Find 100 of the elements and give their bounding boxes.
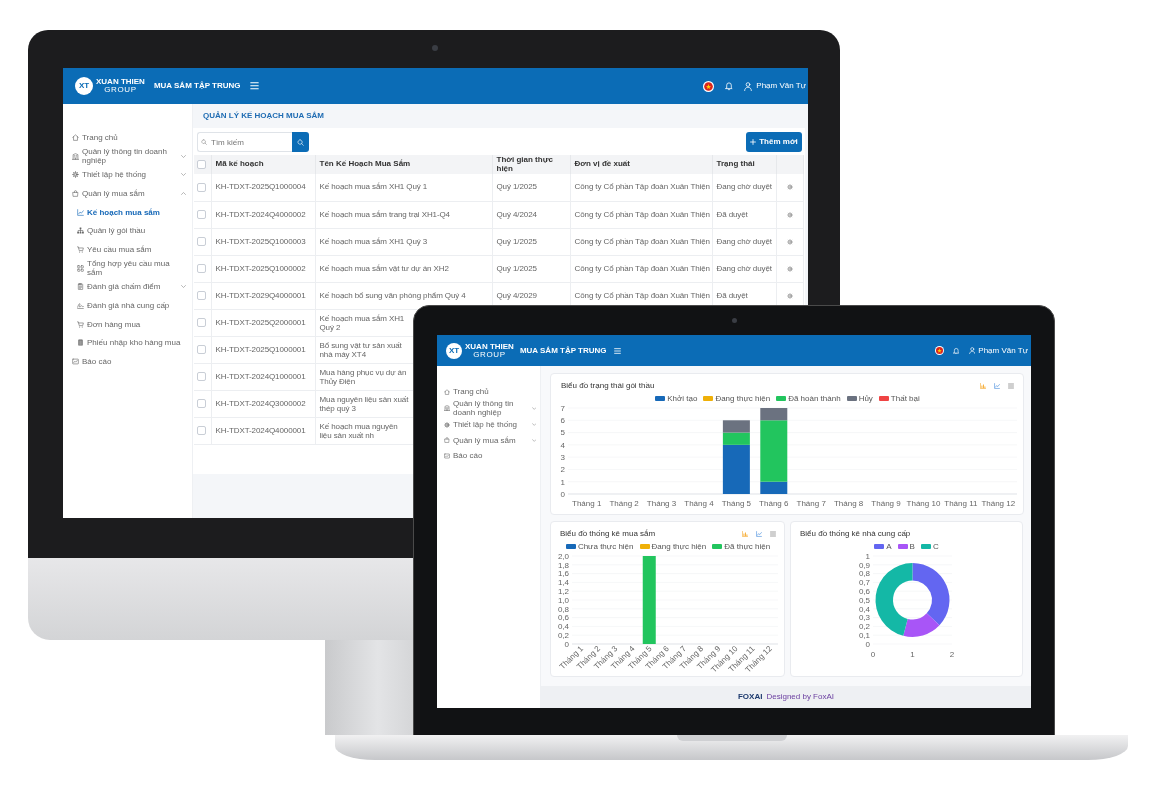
- axis-tick-label: 0,6: [557, 613, 569, 623]
- user-menu[interactable]: Phạm Văn Tự: [744, 80, 806, 92]
- checkbox[interactable]: [197, 372, 206, 381]
- axis-tick-label: 1,8: [557, 560, 569, 570]
- legend-label: Đã hoàn thành: [788, 394, 841, 403]
- table-cell: KH-TDXT-2025Q1000004: [215, 182, 306, 192]
- home-icon: [72, 133, 79, 141]
- home-icon: [444, 388, 450, 395]
- gear-icon[interactable]: [786, 238, 793, 245]
- plus-icon: [750, 139, 757, 145]
- axis-tick-label: 2,0: [557, 551, 569, 561]
- sidebar-item[interactable]: Quản lý mua sắm: [72, 188, 145, 198]
- table-cell: Kế hoạch mua sắm trang trại XH1-Q4: [319, 209, 450, 219]
- shopping-bag-icon: [444, 437, 450, 444]
- axis-tick-label: 0,4: [858, 604, 870, 614]
- table-cell: Mua nguyên liệu sản xuất thép quý 3: [319, 394, 410, 413]
- axis-label: Tháng 5: [721, 499, 752, 508]
- axis-tick-label: 1,4: [557, 578, 569, 588]
- table-cell: KH-TDXT-2024Q4000002: [215, 209, 306, 219]
- clipboard-icon: [77, 283, 84, 291]
- sidebar-item[interactable]: Quản lý gói thầu: [77, 226, 146, 236]
- grid-icon: [77, 264, 84, 272]
- sidebar-item[interactable]: Đánh giá nhà cung cấp: [77, 301, 170, 311]
- axis-tick-label: 7: [560, 403, 565, 413]
- checkbox[interactable]: [197, 426, 206, 435]
- search-field[interactable]: Tìm kiếm: [197, 132, 292, 152]
- bell-icon[interactable]: [953, 346, 960, 355]
- checkbox[interactable]: [197, 345, 206, 354]
- column-header: Thời gian thực hiện: [496, 155, 553, 173]
- flag-icon[interactable]: [935, 346, 945, 355]
- logo-mark: XT: [446, 342, 462, 359]
- search-icon: [201, 139, 207, 145]
- line-chart-icon[interactable]: [756, 531, 762, 537]
- app-title: MUA SẮM TẬP TRUNG: [153, 80, 241, 92]
- checkbox[interactable]: [197, 160, 206, 169]
- user-menu[interactable]: Phạm Văn Tự: [968, 344, 1028, 357]
- axis-tick-label: 0,3: [858, 613, 870, 623]
- sidebar-item[interactable]: Tổng hợp yêu cầu mua sắm: [77, 259, 186, 278]
- legend-label: Thất bại: [890, 394, 920, 403]
- table-cell: Đã duyệt: [716, 209, 748, 219]
- checkbox[interactable]: [197, 237, 206, 246]
- table-cell: Quý 1/2025: [496, 263, 537, 273]
- gear-icon: [72, 171, 79, 179]
- axis-tick-label: 0: [564, 639, 569, 649]
- add-button[interactable]: Thêm mới: [746, 132, 802, 152]
- gear-icon[interactable]: [786, 211, 793, 218]
- logo-subtitle: GROUP: [473, 350, 506, 359]
- bar-chart-icon[interactable]: [742, 531, 748, 537]
- sidebar-item[interactable]: Báo cáo: [444, 451, 483, 461]
- legend-label: Hủy: [858, 394, 873, 403]
- sidebar-item[interactable]: Trang chủ: [444, 387, 489, 397]
- sidebar-item[interactable]: Thiết lập hệ thống: [444, 420, 518, 430]
- axis-tick-label: 0: [865, 639, 870, 649]
- legend-label: B: [909, 542, 915, 551]
- axis-tick-label: 0,9: [858, 560, 870, 570]
- axis-tick-label: 0,1: [858, 631, 870, 640]
- sidebar-item[interactable]: Quản lý thông tin doanh nghiệp: [444, 399, 529, 418]
- bar-chart-icon[interactable]: [980, 383, 986, 389]
- table-cell: KH-TDXT-2024Q3000002: [215, 398, 306, 408]
- sidebar-item[interactable]: Quản lý thông tin doanh nghiệp: [72, 147, 178, 166]
- checkbox[interactable]: [197, 264, 206, 273]
- table-cell: Đang chờ duyệt: [716, 236, 772, 246]
- sidebar-item[interactable]: Yêu cầu mua sắm: [77, 244, 152, 254]
- chart-title: Biểu đồ thống kê nhà cung cấp: [800, 529, 911, 539]
- column-header: Mã kế hoạch: [215, 159, 264, 169]
- axis-label: Tháng 10: [906, 499, 941, 508]
- table-cell: Công ty Cổ phần Tập đoàn Xuân Thiện: [574, 182, 710, 192]
- table-cell: KH-TDXT-2024Q4000001: [215, 425, 306, 435]
- checkbox[interactable]: [197, 291, 206, 300]
- line-chart-icon[interactable]: [994, 383, 1000, 389]
- checkbox[interactable]: [197, 318, 206, 327]
- user-icon: [968, 346, 976, 355]
- shopping-bag-icon: [72, 189, 79, 197]
- sidebar-item[interactable]: Phiếu nhập kho hàng mua: [77, 338, 181, 348]
- sidebar-item[interactable]: Báo cáo: [72, 357, 112, 367]
- sidebar-item[interactable]: Đơn hàng mua: [77, 319, 141, 329]
- webcam-icon: [432, 45, 438, 51]
- footer-logo: FOXAI: [737, 693, 763, 701]
- checkbox[interactable]: [197, 210, 206, 219]
- sidebar-item[interactable]: Đánh giá chấm điểm: [77, 282, 161, 292]
- gear-icon[interactable]: [786, 265, 793, 272]
- logo-subtitle: GROUP: [104, 86, 137, 94]
- sidebar-item[interactable]: Trang chủ: [72, 132, 118, 142]
- sidebar-item[interactable]: Quản lý mua sắm: [444, 435, 516, 445]
- gear-icon[interactable]: [786, 292, 793, 299]
- sidebar-item[interactable]: Thiết lập hệ thống: [72, 170, 147, 180]
- table-cell: Đang chờ duyệt: [716, 182, 772, 192]
- axis-tick-label: 2: [560, 465, 565, 475]
- legend-label: Đang thực hiện: [715, 394, 771, 403]
- gear-icon[interactable]: [786, 184, 793, 191]
- search-button[interactable]: [292, 132, 309, 152]
- axis-tick-label: 1: [865, 551, 870, 561]
- flag-icon[interactable]: [703, 80, 715, 92]
- checkbox[interactable]: [197, 399, 206, 408]
- checkbox[interactable]: [197, 182, 206, 192]
- axis-tick-label: 0,6: [858, 587, 870, 596]
- table-cell: Công ty Cổ phần Tập đoàn Xuân Thiện: [574, 236, 710, 246]
- bell-icon[interactable]: [725, 81, 734, 91]
- sidebar-item[interactable]: Kế hoạch mua sắm: [77, 207, 160, 217]
- table-cell: KH-TDXT-2025Q1000003: [215, 236, 306, 246]
